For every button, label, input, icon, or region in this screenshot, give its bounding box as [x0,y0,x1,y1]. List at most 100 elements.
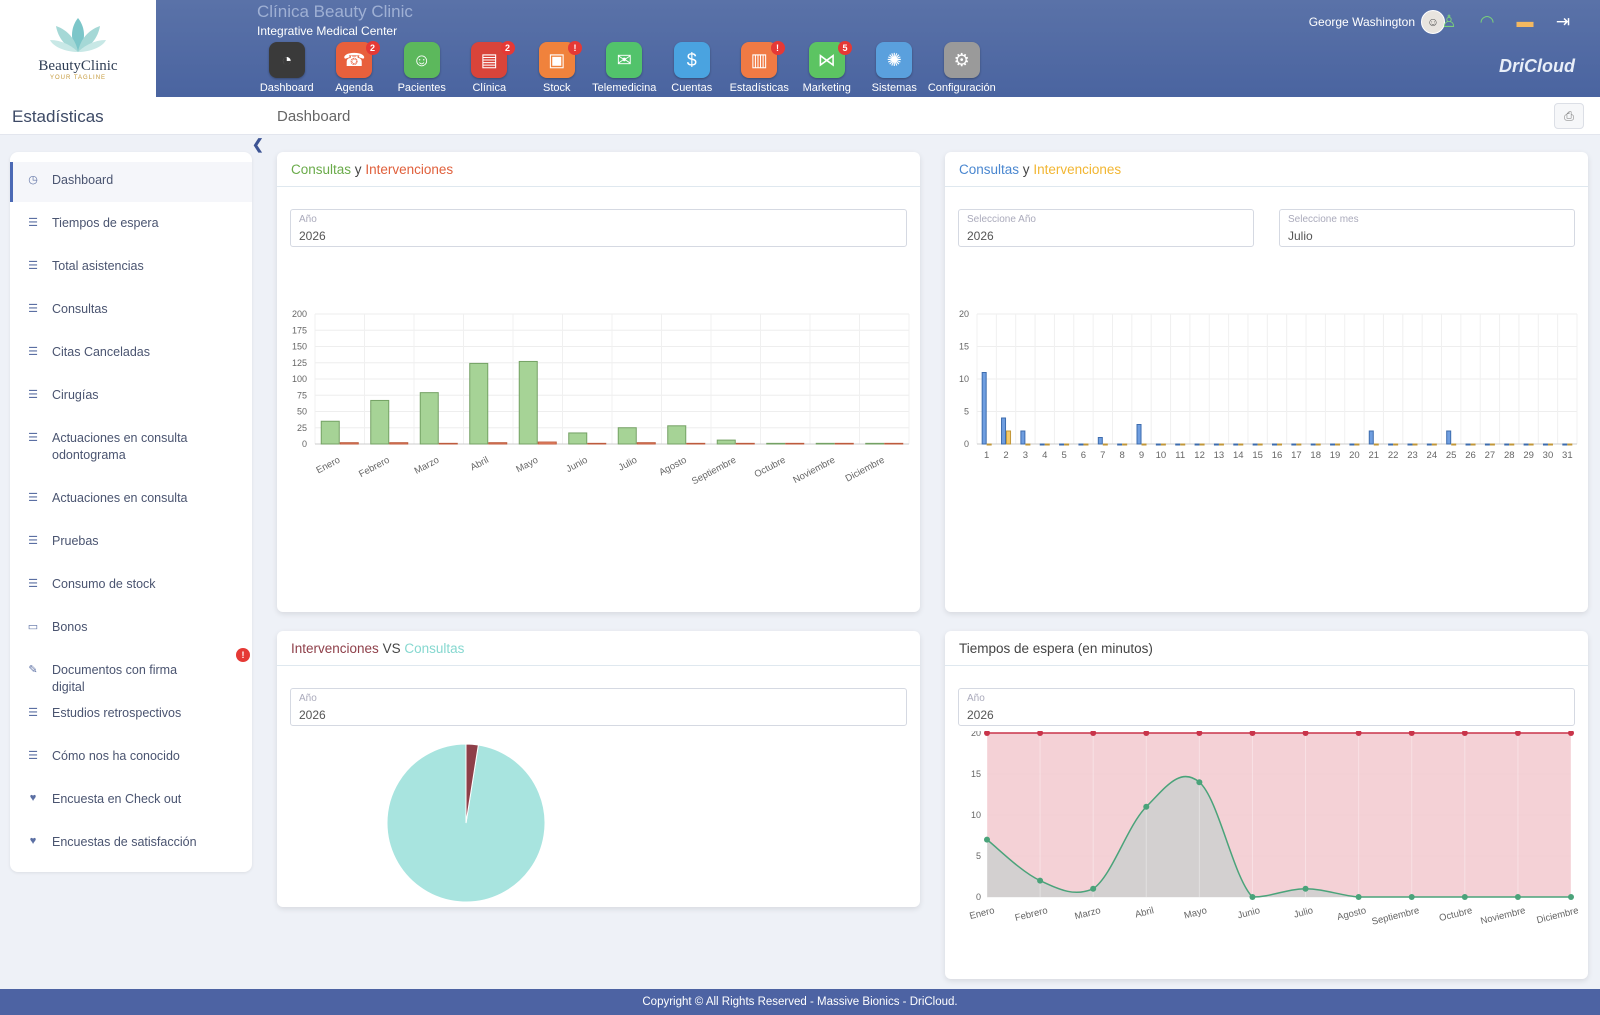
year-select[interactable]: Año 2026 [290,688,907,726]
bar [1199,443,1205,446]
clinic-subtitle: Integrative Medical Center [257,24,398,38]
nav-item-cl-nica[interactable]: ▤ Clínica 2 [456,41,524,94]
data-point [1355,894,1362,900]
nav-icon: ☺ [403,42,440,78]
data-point [1408,894,1415,900]
nav-item-sistemas[interactable]: ✺ Sistemas [861,42,929,94]
bar [1064,443,1070,446]
bar [537,441,557,445]
sidebar-item-citas-canceladas[interactable]: ☰ Citas Canceladas [10,334,252,374]
x-tick-label: 19 [1330,450,1341,461]
sidebar-item-cirugias[interactable]: ☰ Cirugías [10,377,252,417]
data-point [1143,803,1150,810]
x-tick-label: 3 [1023,450,1028,461]
x-tick-label: 11 [1175,450,1185,461]
sidebar-item-tiempos-de-espera[interactable]: ☰ Tiempos de espera [10,205,252,245]
bar [1470,443,1476,446]
bar [1349,443,1355,446]
x-tick-label: 15 [1252,450,1263,461]
x-tick-label: 5 [1061,450,1066,461]
y-tick-label: 5 [964,407,969,417]
x-tick-label: 17 [1291,450,1302,461]
title-intervenciones: Intervenciones [365,162,454,177]
bar [1059,443,1065,446]
sidebar-item-dashboard[interactable]: ◷ Dashboard [10,162,252,202]
bar [1373,443,1379,446]
nav-item-cuentas[interactable]: $ Cuentas [658,42,726,94]
user-info[interactable]: George Washington ☺ [1309,10,1445,34]
collapse-sidebar-icon[interactable]: ❮ [252,136,264,153]
x-tick-label: Agosto [657,455,688,479]
nav-item-stock[interactable]: ▣ Stock! [523,41,591,94]
sidebar-item-actuaciones-en-consulta-odontograma[interactable]: ☰ Actuaciones en consulta odontograma [10,420,252,470]
doctor-icon[interactable]: ♙ [1437,10,1461,34]
nav-item-configuraci-n[interactable]: ⚙ Configuración [928,42,996,94]
bar [1044,443,1050,446]
sidebar-item-label: Estudios retrospectivos [52,706,182,720]
chat-icon[interactable]: ▬ [1513,10,1537,34]
print-button[interactable]: ⎙ [1554,103,1584,129]
nav-label: Dashboard [259,82,314,94]
sidebar-item-documentos-con-firma-digital[interactable]: ✎ Documentos con firma digital! [10,648,252,694]
footer: Copyright © All Rights Reserved - Massiv… [0,989,1600,1015]
list-icon: ☰ [28,535,38,547]
y-tick-label: 50 [297,407,307,417]
bar [1218,443,1224,446]
bar [1465,443,1471,446]
bar [1025,443,1031,446]
nav-item-estad-sticas[interactable]: ▥ Estadísticas! [726,41,794,94]
sidebar-item-consumo-de-stock[interactable]: ☰ Consumo de stock [10,566,252,606]
sidebar-item-actuaciones-en-consulta[interactable]: ☰ Actuaciones en consulta [10,480,252,520]
bar [1039,443,1045,446]
sidebar-item-encuestas-de-satisfaccion[interactable]: ♥ Encuestas de satisfacción [10,824,252,864]
x-tick-label: Agosto [1336,905,1367,923]
x-tick-label: 12 [1194,450,1205,461]
daily-bar-chart: 051015201 2 3 4 5 6 7 8 9 10 11 12 13 14 15 16 17 18 19 20 2… [959,309,1578,461]
field-value: Julio [1288,229,1313,243]
x-tick-label: 16 [1272,450,1283,461]
nav-item-dashboard[interactable]: ◔ Dashboard [253,42,321,94]
bar [1523,443,1529,446]
nav-icon: ⚙ [943,42,980,78]
nav-label: Agenda [335,82,374,94]
wifi-icon[interactable]: ◠ [1475,10,1499,34]
bar [1547,443,1553,446]
sidebar-item-pruebas[interactable]: ☰ Pruebas [10,523,252,563]
sidebar-item-encuesta-en-check-out[interactable]: ♥ Encuesta en Check out [10,781,252,821]
nav-label: Cuentas [671,82,713,94]
y-tick-label: 150 [292,342,307,352]
nav-item-marketing[interactable]: ⋈ Marketing 5 [793,41,861,94]
nav-item-pacientes[interactable]: ☺ Pacientes [388,42,456,94]
sidebar-item-como-nos-ha-conocido[interactable]: ☰ Cómo nos ha conocido [10,738,252,778]
bar [865,442,885,445]
nav-icon: ◔ [268,42,305,78]
nav-item-agenda[interactable]: ☎ Agenda 2 [321,41,389,94]
bar [716,439,736,445]
bar [488,442,508,445]
top-icons: ♙ ◠ ▬ ⇥ [1437,10,1575,34]
bar [1141,443,1147,446]
logout-icon[interactable]: ⇥ [1551,10,1575,34]
sidebar-item-total-asistencias[interactable]: ☰ Total asistencias [10,248,252,288]
year-select[interactable]: Año 2026 [290,209,907,247]
sidebar-item-estudios-retrospectivos[interactable]: ☰ Estudios retrospectivos [10,695,252,735]
bar [834,442,854,445]
bar [785,442,805,445]
x-tick-label: Diciembre [844,455,887,485]
year-select[interactable]: Año 2026 [958,688,1575,726]
x-tick-label: Febrero [357,455,392,480]
x-tick-label: Marzo [1074,905,1102,922]
year-select[interactable]: Seleccione Año 2026 [958,209,1254,247]
sidebar-item-bonos[interactable]: ▭ Bonos [10,609,252,649]
clinic-logo[interactable]: BeautyClinic YOUR TAGLINE [0,0,156,97]
field-label: Año [299,214,317,225]
bar [1160,443,1166,446]
card-consultas-intervenciones-year: Consultas y Intervenciones Año 2026 0 25 5… [277,152,920,612]
sidebar-item-consultas[interactable]: ☰ Consultas [10,291,252,331]
nav-item-telemedicina[interactable]: ✉ Telemedicina [591,42,659,94]
nav-label: Marketing [802,82,851,94]
title-intervenciones: Intervenciones [291,641,379,656]
bar [617,427,637,445]
breadcrumb: Dashboard [277,108,351,125]
month-select[interactable]: Seleccione mes Julio [1279,209,1575,247]
